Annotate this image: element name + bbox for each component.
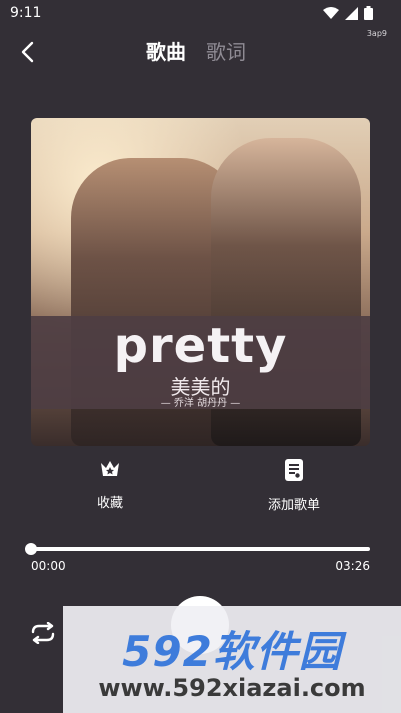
add-to-playlist-label: 添加歌单 — [267, 498, 320, 513]
battery-icon — [364, 5, 373, 24]
playlist-add-icon — [283, 458, 305, 486]
status-time: 9:11 — [10, 5, 42, 21]
current-time: 00:00 — [31, 559, 66, 573]
status-bar: 9:11 3ap9 — [0, 0, 401, 38]
tab-bar: 歌曲 歌词 — [146, 38, 246, 66]
album-cover: pretty 美美的 — 乔洋 胡丹丹 — — [31, 118, 370, 446]
cover-title: pretty — [113, 318, 288, 374]
status-icons — [323, 5, 373, 24]
total-time: 03:26 — [335, 559, 370, 573]
favorite-label: 收藏 — [96, 496, 123, 511]
progress-track — [31, 547, 370, 551]
watermark-url: www.592xiazai.com — [98, 674, 366, 702]
back-arrow-icon[interactable] — [14, 38, 40, 66]
crown-star-icon — [98, 458, 122, 484]
watermark-overlay: 592软件园 www.592xiazai.com — [63, 606, 401, 713]
top-nav: 歌曲 歌词 — [0, 36, 401, 70]
progress-bar[interactable] — [25, 543, 370, 555]
repeat-icon[interactable] — [28, 619, 58, 647]
signal-icon — [345, 5, 358, 24]
favorite-button[interactable]: 收藏 — [80, 458, 140, 511]
progress-thumb[interactable] — [25, 543, 37, 555]
tab-lyrics[interactable]: 歌词 — [206, 38, 246, 66]
watermark-brand: 592软件园 — [122, 627, 342, 676]
tab-song[interactable]: 歌曲 — [146, 38, 186, 66]
add-to-playlist-button[interactable]: 添加歌单 — [252, 458, 336, 513]
wifi-icon — [323, 5, 339, 24]
cover-artists: — 乔洋 胡丹丹 — — [160, 398, 241, 409]
